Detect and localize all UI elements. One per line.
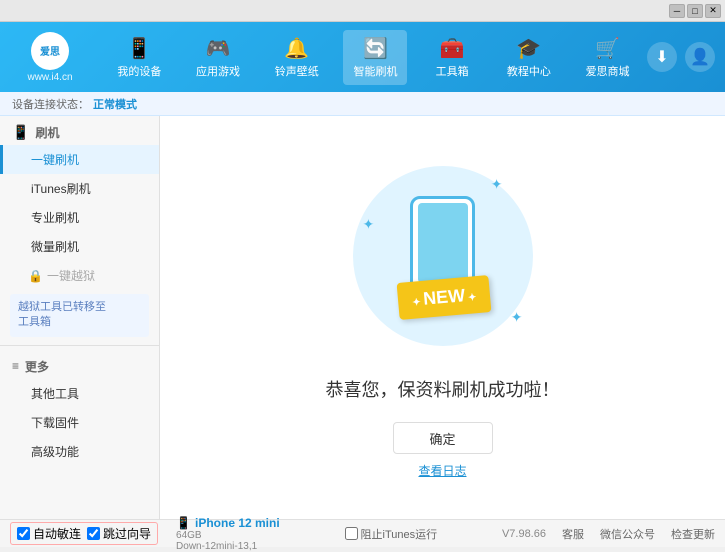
- device-firmware: Down-12mini-13,1: [176, 541, 280, 552]
- download-button[interactable]: ⬇: [647, 42, 677, 72]
- close-button[interactable]: ✕: [705, 4, 721, 18]
- nav-tutorial[interactable]: 🎓 教程中心: [497, 30, 561, 85]
- nav-smart-flash[interactable]: 🔄 智能刷机: [343, 30, 407, 85]
- sidebar-flash-label: 刷机: [35, 124, 59, 141]
- nav-tutorial-label: 教程中心: [507, 63, 551, 79]
- sidebar-item-other-tools[interactable]: 其他工具: [0, 379, 159, 408]
- more-section-label: 更多: [25, 358, 49, 375]
- connection-bar: 设备连接状态： 正常模式: [0, 92, 725, 116]
- checkbox-auto-connect[interactable]: 自动敏连: [17, 525, 81, 542]
- main-content: NEW ✦ ✦ ✦ 恭喜您，保资料刷机成功啦！ 确定 查看日志: [160, 116, 725, 519]
- wechat-link[interactable]: 微信公众号: [600, 526, 655, 542]
- sidebar-item-advanced[interactable]: 高级功能: [0, 437, 159, 466]
- user-button[interactable]: 👤: [685, 42, 715, 72]
- check-update-link[interactable]: 检查更新: [671, 526, 715, 542]
- device-info-area: 📱 iPhone 12 mini 64GB Down-12mini-13,1: [176, 516, 280, 552]
- locked-label: 一键越狱: [47, 267, 95, 284]
- stop-itunes-checkbox[interactable]: [345, 527, 358, 540]
- flash-section-icon: 📱: [12, 124, 29, 141]
- main-area: 📱 刷机 一键刷机 iTunes刷机 专业刷机 微量刷机 🔒 一键越狱 越狱工具…: [0, 116, 725, 519]
- maximize-button[interactable]: □: [687, 4, 703, 18]
- sidebar-item-download-firmware[interactable]: 下载固件: [0, 408, 159, 437]
- confirm-button[interactable]: 确定: [393, 422, 493, 454]
- shop-icon: 🛒: [595, 36, 620, 61]
- more-section-icon: ≡: [12, 359, 19, 373]
- phone-screen: [418, 203, 468, 283]
- service-link[interactable]: 客服: [562, 526, 584, 542]
- title-bar: ─ □ ✕: [0, 0, 725, 22]
- version-text: V7.98.66: [502, 528, 546, 540]
- ringtone-icon: 🔔: [284, 36, 309, 61]
- stop-itunes-text: 阻止iTunes运行: [361, 526, 438, 542]
- view-log-link[interactable]: 查看日志: [418, 462, 466, 479]
- smart-flash-icon: 🔄: [363, 36, 388, 61]
- advanced-label: 高级功能: [31, 445, 79, 459]
- sparkle-2: ✦: [363, 216, 375, 233]
- stop-itunes-area: 阻止iTunes运行: [345, 526, 438, 542]
- nav-shop-label: 爱思商城: [586, 63, 630, 79]
- nav-my-device[interactable]: 📱 我的设备: [107, 30, 171, 85]
- one-click-flash-label: 一键刷机: [31, 153, 79, 167]
- logo-area: 爱思 www.i4.cn: [10, 32, 90, 83]
- checkbox-skip-wizard[interactable]: 跳过向导: [87, 525, 151, 542]
- sidebar-item-micro-flash[interactable]: 微量刷机: [0, 232, 159, 261]
- nav-shop[interactable]: 🛒 爱思商城: [576, 30, 640, 85]
- pro-flash-label: 专业刷机: [31, 211, 79, 225]
- stop-itunes-label[interactable]: 阻止iTunes运行: [345, 526, 438, 542]
- sparkle-3: ✦: [511, 309, 523, 326]
- minimize-button[interactable]: ─: [669, 4, 685, 18]
- sidebar-locked-jailbreak: 🔒 一键越狱: [0, 261, 159, 290]
- nav-app-game[interactable]: 🎮 应用游戏: [186, 30, 250, 85]
- auto-connect-label: 自动敏连: [33, 525, 81, 542]
- nav-smart-flash-label: 智能刷机: [353, 63, 397, 79]
- toolbox-icon: 🧰: [440, 36, 465, 61]
- logo-text: www.i4.cn: [27, 72, 72, 83]
- sidebar-item-one-click-flash[interactable]: 一键刷机: [0, 145, 159, 174]
- download-firmware-label: 下载固件: [31, 416, 79, 430]
- lock-icon: 🔒: [28, 269, 43, 283]
- sidebar-more-section: ≡ 更多: [0, 350, 159, 379]
- sidebar-info-box: 越狱工具已转移至 工具箱: [10, 294, 149, 337]
- nav-ringtone[interactable]: 🔔 铃声壁纸: [265, 30, 329, 85]
- status-left: 自动敏连 跳过向导 📱 iPhone 12 mini 64GB Down-12m…: [10, 516, 280, 552]
- sidebar-item-pro-flash[interactable]: 专业刷机: [0, 203, 159, 232]
- status-bar: 自动敏连 跳过向导 📱 iPhone 12 mini 64GB Down-12m…: [0, 519, 725, 547]
- sidebar-divider: [0, 345, 159, 346]
- sparkle-1: ✦: [491, 176, 503, 193]
- nav-ringtone-label: 铃声壁纸: [275, 63, 319, 79]
- skip-wizard-checkbox[interactable]: [87, 527, 100, 540]
- conn-prefix: 设备连接状态：: [12, 96, 89, 112]
- status-right: V7.98.66 客服 微信公众号 检查更新: [502, 526, 715, 542]
- nav-toolbox-label: 工具箱: [436, 63, 469, 79]
- info-box-text: 越狱工具已转移至 工具箱: [18, 301, 106, 328]
- success-message: 恭喜您，保资料刷机成功啦！: [326, 376, 560, 402]
- conn-status: 正常模式: [93, 96, 137, 112]
- sidebar-flash-section: 📱 刷机: [0, 116, 159, 145]
- header: 爱思 www.i4.cn 📱 我的设备 🎮 应用游戏 🔔 铃声壁纸 🔄 智能刷机…: [0, 22, 725, 92]
- header-right-actions: ⬇ 👤: [647, 42, 715, 72]
- tutorial-icon: 🎓: [516, 36, 541, 61]
- my-device-icon: 📱: [127, 36, 152, 61]
- micro-flash-label: 微量刷机: [31, 240, 79, 254]
- auto-connect-checkbox[interactable]: [17, 527, 30, 540]
- nav-my-device-label: 我的设备: [117, 63, 161, 79]
- device-storage: 64GB: [176, 530, 280, 541]
- skip-wizard-label: 跳过向导: [103, 525, 151, 542]
- app-game-icon: 🎮: [206, 36, 231, 61]
- nav-toolbox[interactable]: 🧰 工具箱: [422, 30, 482, 85]
- logo-icon: 爱思: [31, 32, 69, 70]
- success-illustration: NEW ✦ ✦ ✦: [343, 156, 543, 356]
- nav-app-game-label: 应用游戏: [196, 63, 240, 79]
- sidebar: 📱 刷机 一键刷机 iTunes刷机 专业刷机 微量刷机 🔒 一键越狱 越狱工具…: [0, 116, 160, 519]
- itunes-flash-label: iTunes刷机: [31, 182, 91, 196]
- nav-bar: 📱 我的设备 🎮 应用游戏 🔔 铃声壁纸 🔄 智能刷机 🧰 工具箱 🎓 教程中心…: [100, 30, 647, 85]
- other-tools-label: 其他工具: [31, 387, 79, 401]
- sidebar-item-itunes-flash[interactable]: iTunes刷机: [0, 174, 159, 203]
